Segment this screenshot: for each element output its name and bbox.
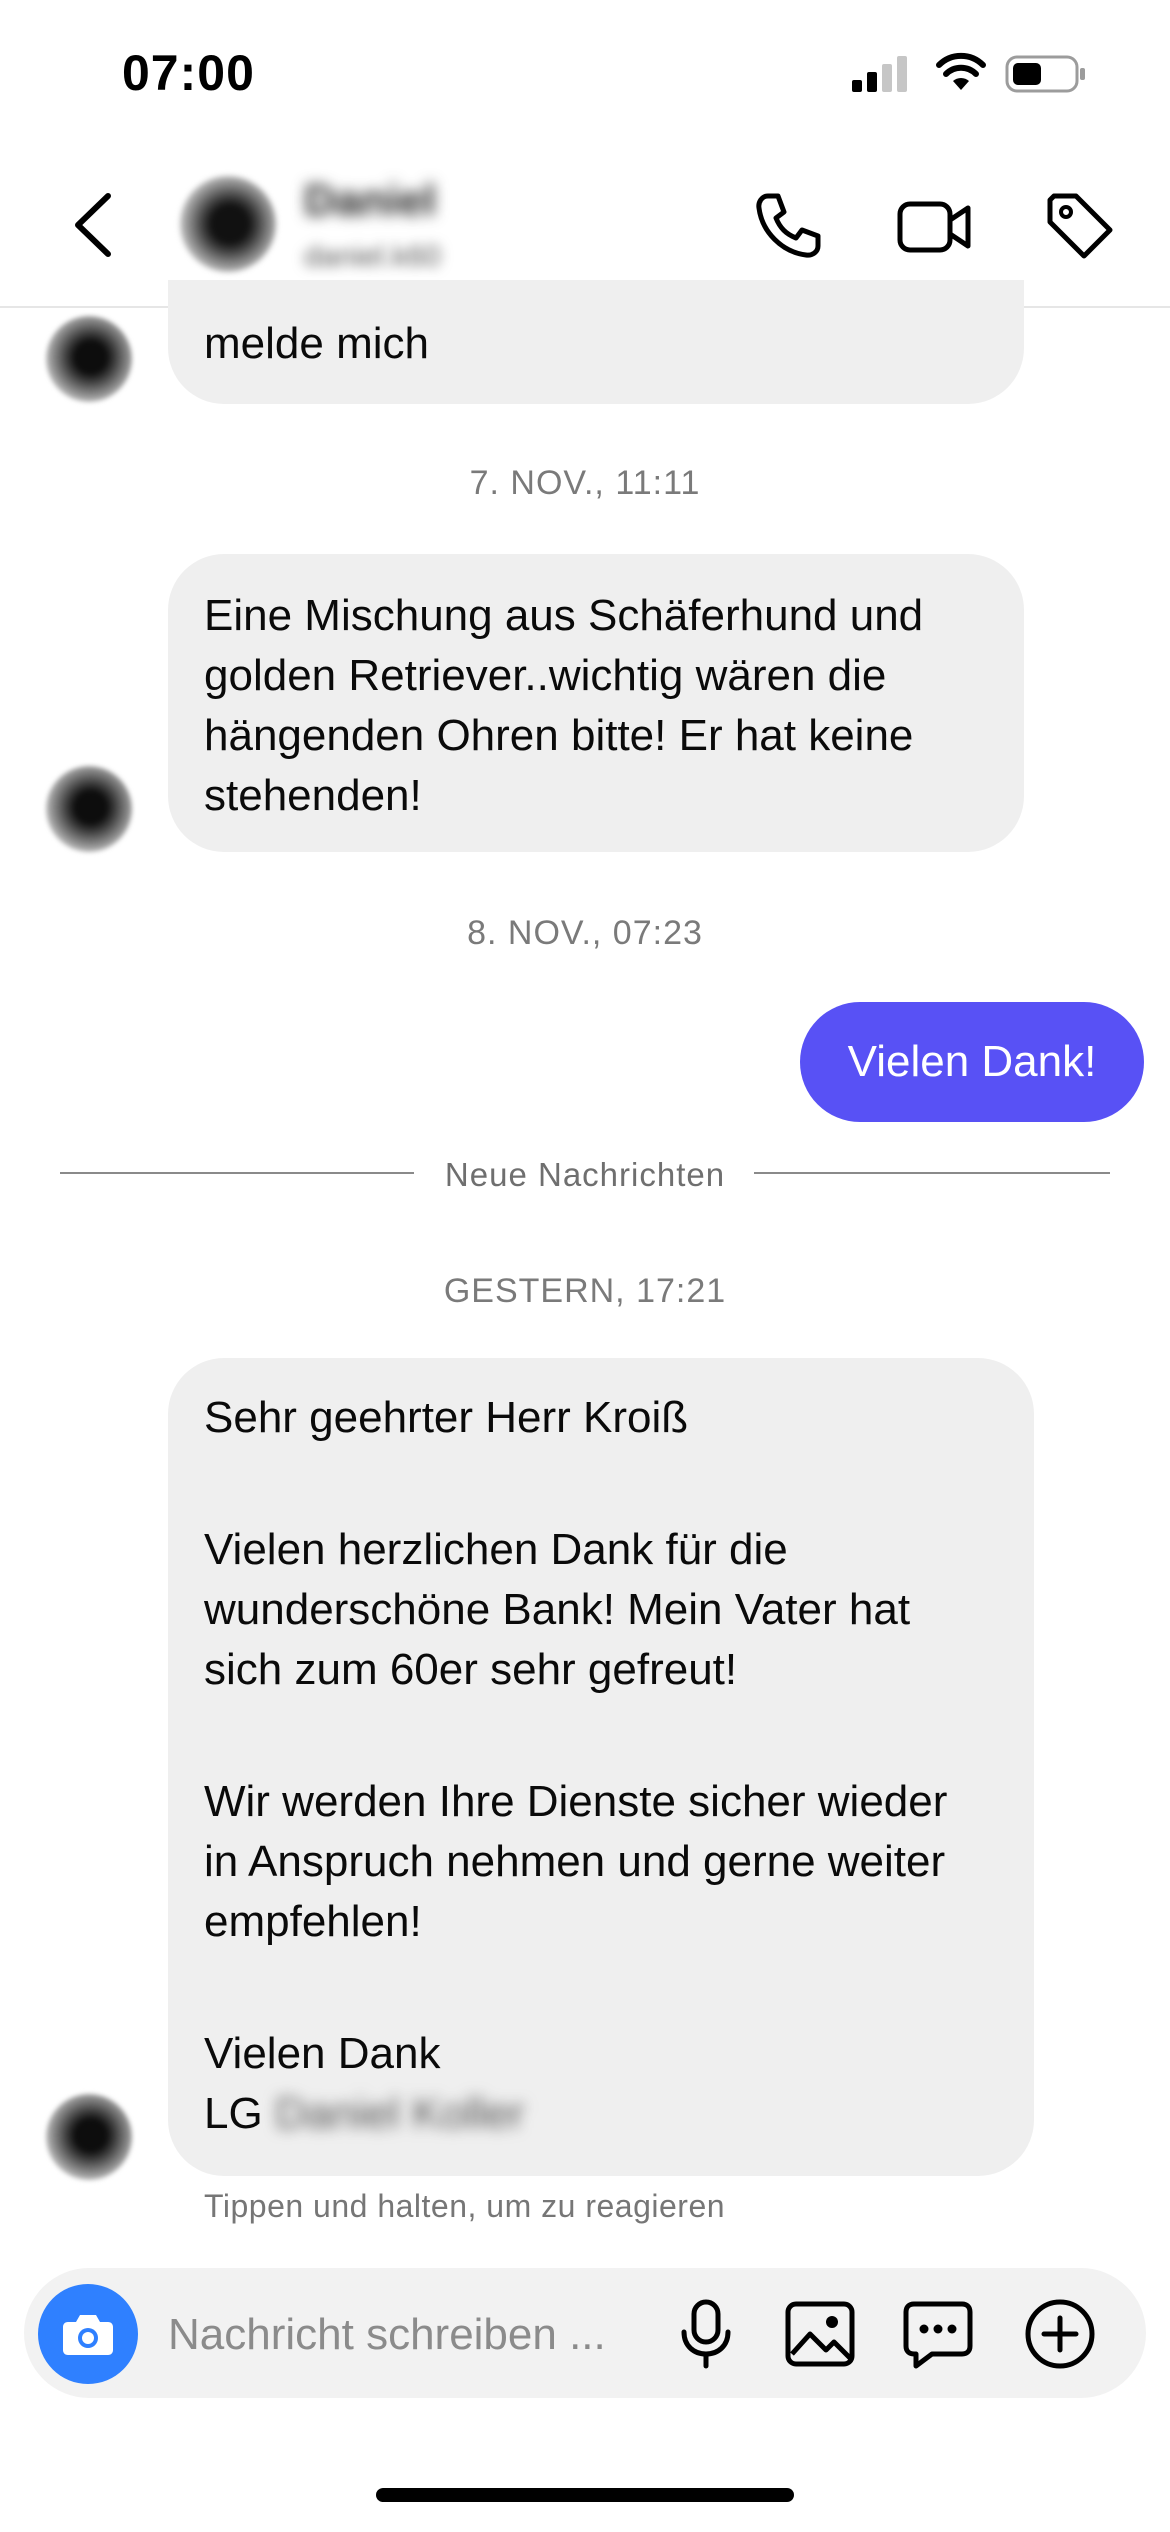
message-paragraph: Vielen herzlichen Dank für die wundersch… [204,1525,911,1694]
new-messages-divider: Neue Nachrichten [0,1156,1170,1194]
divider-line-right [754,1172,1110,1174]
incoming-message[interactable]: melde mich [168,280,1024,404]
video-camera-icon[interactable] [894,186,974,266]
sender-avatar[interactable] [46,316,132,402]
divider-label: Neue Nachrichten [444,1156,726,1193]
incoming-message[interactable]: Sehr geehrter Herr Kroiß Vielen herzlich… [168,1358,1034,2176]
timestamp: 7. NOV., 11:11 [469,464,701,502]
microphone-icon[interactable] [668,2296,744,2372]
home-indicator [376,2488,794,2502]
contact-avatar[interactable] [180,176,276,272]
message-text: Eine Mischung aus Schäferhund und golden… [204,591,924,820]
sender-avatar[interactable] [46,2094,132,2180]
message-paragraph: Wir werden Ihre Dienste sicher wieder in… [204,1777,948,1946]
wifi-icon [936,52,986,90]
gallery-icon[interactable] [782,2296,858,2372]
contact-username: daniel.k60 [304,240,441,273]
back-arrow-icon[interactable] [66,190,126,260]
message-closing: Vielen Dank [204,2029,441,2078]
phone-icon[interactable] [748,186,828,266]
message-signature: LG Daniel Koller [204,2084,990,2144]
camera-icon [63,2315,113,2355]
cellular-signal-icon [852,56,907,92]
signature-prefix: LG [204,2089,263,2138]
timestamp: GESTERN, 17:21 [443,1272,727,1310]
incoming-message[interactable]: Eine Mischung aus Schäferhund und golden… [168,554,1024,852]
sender-avatar[interactable] [46,766,132,852]
plus-circle-icon[interactable] [1022,2296,1098,2372]
sticker-chat-icon[interactable] [900,2296,976,2372]
message-text: melde mich [204,319,429,368]
tag-icon[interactable] [1040,186,1120,266]
status-time: 07:00 [122,45,255,101]
battery-icon [1005,55,1085,93]
message-input[interactable] [168,2300,648,2370]
signature-name: Daniel Koller [274,2089,525,2138]
contact-name[interactable]: Daniel [304,176,436,226]
camera-button[interactable] [38,2284,138,2384]
message-greeting: Sehr geehrter Herr Kroiß [204,1393,689,1442]
reaction-hint: Tippen und halten, um zu reagieren [204,2188,726,2224]
outgoing-message[interactable]: Vielen Dank! [800,1002,1144,1122]
message-text: Vielen Dank! [847,1037,1097,1086]
timestamp: 8. NOV., 07:23 [467,914,703,952]
